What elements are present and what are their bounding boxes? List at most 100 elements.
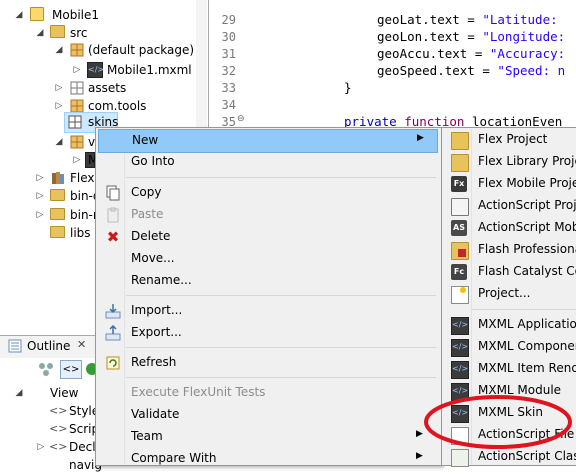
menu-label: Flex Project — [478, 132, 548, 146]
import-icon — [105, 303, 121, 319]
project-wizard-icon — [451, 286, 469, 304]
menu-label: Flash Catalyst Comp — [478, 264, 576, 278]
code-line: geoSpeed.text = "Speed: n — [377, 63, 566, 78]
source-view-toggle-icon[interactable]: <> — [60, 360, 82, 379]
collapse-arrow-icon[interactable]: ▷ — [72, 155, 82, 165]
menu-label: Paste — [131, 207, 164, 221]
tree-label: (default package) — [88, 43, 195, 57]
submenu-item-actionscript-file[interactable]: ActionScript File — [444, 424, 576, 446]
flex-library-icon — [451, 154, 469, 172]
menu-separator — [126, 347, 436, 348]
menu-label: Delete — [131, 229, 171, 243]
menu-label: Rename... — [131, 273, 192, 287]
tab-outline[interactable]: Outline — [27, 339, 70, 353]
menu-label: ActionScript Project — [478, 198, 576, 212]
new-submenu: Flex Project Flex Library Project Fx Fle… — [441, 127, 576, 468]
menu-item-validate[interactable]: Validate — [98, 404, 438, 426]
package-icon — [69, 42, 85, 58]
collapse-arrow-icon[interactable]: ▷ — [72, 65, 82, 75]
source-folder-icon — [50, 25, 65, 38]
menu-item-refresh[interactable]: Refresh — [98, 352, 438, 374]
menu-item-team[interactable]: Team ▶ — [98, 426, 438, 448]
submenu-item-flash-catalyst[interactable]: Fc Flash Catalyst Comp — [444, 261, 576, 283]
hierarchy-icon[interactable] — [38, 362, 54, 376]
flash-professional-icon — [451, 242, 469, 260]
submenu-item-mxml-skin[interactable]: </> MXML Skin — [444, 402, 576, 424]
menu-item-paste[interactable]: Paste — [98, 204, 438, 226]
expand-arrow-icon[interactable]: ◢ — [54, 137, 64, 147]
menu-item-copy[interactable]: Copy — [98, 182, 438, 204]
menu-label: Import... — [131, 303, 183, 317]
menu-item-rename[interactable]: Rename... — [98, 270, 438, 292]
submenu-item-flex-project[interactable]: Flex Project — [444, 129, 576, 151]
tree-item-default-package[interactable]: ◢ (default package) — [0, 39, 208, 61]
menu-label: ActionScript Mobile — [478, 220, 576, 234]
library-icon — [50, 170, 66, 186]
submenu-arrow-icon: ▶ — [416, 429, 423, 439]
export-icon — [105, 324, 121, 341]
collapse-arrow-icon[interactable]: ▷ — [35, 210, 45, 220]
submenu-item-mxml-application[interactable]: </> MXML Application — [444, 314, 576, 336]
line-number: 31 — [221, 47, 236, 61]
mxml-component-icon: </> — [451, 339, 469, 357]
delete-icon: ✖ — [106, 228, 120, 246]
actionscript-file-icon — [451, 427, 469, 445]
line-number: 29 — [221, 13, 236, 27]
actionscript-class-icon — [451, 449, 469, 467]
menu-item-go-into[interactable]: Go Into — [98, 151, 438, 173]
package-icon — [67, 114, 83, 130]
menu-label: Compare With — [131, 451, 217, 465]
collapse-arrow-icon[interactable]: ▷ — [54, 101, 64, 111]
menu-item-delete[interactable]: ✖ Delete — [98, 226, 438, 248]
collapse-arrow-icon[interactable]: ▷ — [35, 191, 45, 201]
expand-arrow-icon[interactable]: ◢ — [54, 45, 64, 55]
tree-item-libs[interactable]: libs — [0, 222, 95, 244]
submenu-item-actionscript-project[interactable]: ActionScript Project — [444, 195, 576, 217]
menu-label: Execute FlexUnit Tests — [131, 385, 266, 399]
submenu-item-flex-mobile-project[interactable]: Fx Flex Mobile Project — [444, 173, 576, 195]
line-number: 33 — [221, 81, 236, 95]
menu-label: Go Into — [131, 154, 175, 168]
collapse-arrow-icon[interactable]: ▷ — [54, 83, 64, 93]
fold-icon[interactable]: ⊖ — [237, 114, 245, 124]
line-number: 30 — [221, 30, 236, 44]
menu-label: Flash Professional P — [478, 242, 576, 256]
menu-label: Flex Mobile Project — [478, 176, 576, 190]
menu-item-export[interactable]: Export... — [98, 322, 438, 344]
menu-label: MXML Application — [478, 317, 576, 331]
menu-item-compare-with[interactable]: Compare With ▶ — [98, 448, 438, 470]
menu-item-move[interactable]: Move... — [98, 248, 438, 270]
submenu-item-mxml-module[interactable]: </> MXML Module — [444, 380, 576, 402]
flex-project-icon — [451, 132, 469, 150]
code-line: geoAccu.text = "Accuracy: — [377, 46, 566, 61]
menu-separator — [472, 309, 576, 310]
line-number: 32 — [221, 64, 236, 78]
collapse-arrow-icon[interactable]: ▷ — [36, 442, 46, 452]
mxml-module-icon: </> — [451, 383, 469, 401]
submenu-item-flash-professional[interactable]: Flash Professional P — [444, 239, 576, 261]
expand-arrow-icon[interactable]: ◢ — [14, 10, 24, 20]
menu-separator — [126, 177, 436, 178]
submenu-arrow-icon: ▶ — [417, 133, 424, 143]
menu-item-new[interactable]: New ▶ — [98, 129, 438, 153]
submenu-item-actionscript-mobile[interactable]: AS ActionScript Mobile — [444, 217, 576, 239]
submenu-item-actionscript-class[interactable]: ActionScript Class — [444, 446, 576, 468]
menu-item-execute-flexunit-tests[interactable]: Execute FlexUnit Tests — [98, 382, 438, 404]
outline-item-navigator[interactable]: navig — [0, 454, 102, 476]
expand-arrow-icon[interactable]: ◢ — [14, 388, 24, 398]
submenu-item-mxml-component[interactable]: </> MXML Component — [444, 336, 576, 358]
menu-label: MXML Skin — [478, 405, 543, 419]
submenu-item-flex-library-project[interactable]: Flex Library Project — [444, 151, 576, 173]
actionscript-project-icon — [451, 198, 469, 216]
expand-arrow-icon[interactable]: ◢ — [35, 28, 45, 38]
folder-icon — [50, 208, 65, 220]
collapse-arrow-icon[interactable]: ▷ — [35, 173, 45, 183]
submenu-item-mxml-item-renderer[interactable]: </> MXML Item Rende — [444, 358, 576, 380]
menu-label: New — [132, 133, 159, 147]
submenu-item-project[interactable]: Project... — [444, 283, 576, 305]
close-icon[interactable]: ✕ — [77, 338, 86, 351]
flex-mobile-icon: Fx — [451, 176, 467, 192]
submenu-arrow-icon: ▶ — [416, 451, 423, 461]
menu-item-import[interactable]: Import... — [98, 300, 438, 322]
menu-label: Project... — [478, 286, 531, 300]
